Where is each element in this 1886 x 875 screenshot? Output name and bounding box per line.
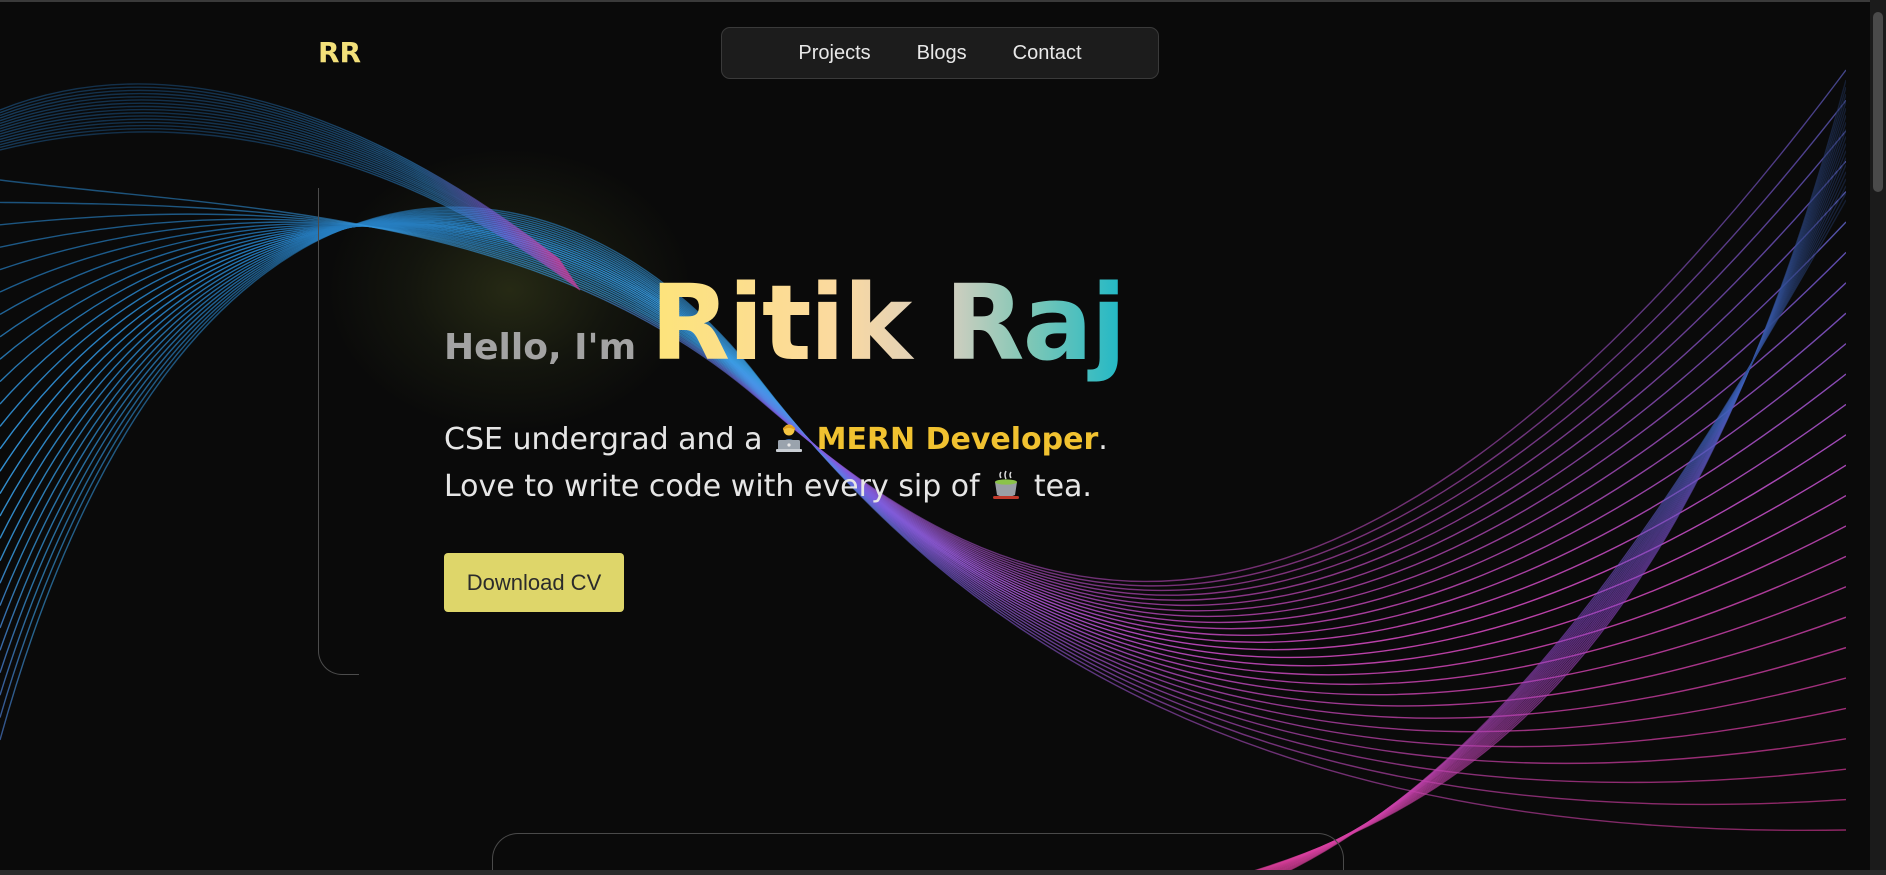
hero-greeting: Hello, I'm bbox=[444, 327, 637, 368]
wave-line bbox=[1272, 178, 1846, 875]
scrollbar-thumb[interactable] bbox=[1873, 12, 1883, 192]
site-logo[interactable]: RR bbox=[318, 36, 361, 69]
main-navigation: Projects Blogs Contact bbox=[721, 27, 1159, 79]
wave-line bbox=[1277, 192, 1846, 875]
wave-line bbox=[1242, 86, 1846, 875]
wave-line bbox=[1270, 171, 1846, 875]
nav-item-projects[interactable]: Projects bbox=[798, 42, 870, 65]
wave-line bbox=[1267, 164, 1846, 875]
page: RR Projects Blogs Contact Hello, I'm Rit… bbox=[0, 0, 1886, 875]
tagline-role: MERN Developer bbox=[816, 422, 1099, 457]
wave-line bbox=[1258, 136, 1846, 875]
wave-line bbox=[1274, 185, 1846, 875]
technologist-icon bbox=[776, 424, 803, 452]
tagline-prefix: CSE undergrad and a bbox=[444, 422, 763, 457]
tagline-period: . bbox=[1098, 422, 1108, 457]
nav-item-contact[interactable]: Contact bbox=[1013, 42, 1082, 65]
hero-heading: Hello, I'm Ritik Raj bbox=[444, 262, 1126, 384]
wave-line bbox=[1244, 93, 1846, 875]
wave-line bbox=[1256, 129, 1846, 875]
wave-line bbox=[1239, 79, 1846, 875]
wave-line bbox=[1251, 115, 1846, 875]
wave-line bbox=[1246, 100, 1846, 875]
wave-line bbox=[0, 191, 1846, 601]
next-section-card bbox=[492, 833, 1344, 875]
wave-line bbox=[1253, 122, 1846, 875]
download-cv-button[interactable]: Download CV bbox=[444, 553, 624, 612]
wave-line bbox=[1265, 157, 1846, 875]
vertical-scrollbar[interactable] bbox=[1870, 0, 1886, 870]
wave-line bbox=[1249, 108, 1846, 875]
hero-side-border bbox=[318, 188, 359, 675]
hero-tagline: CSE undergrad and a MERN Developer. Love… bbox=[444, 416, 1108, 510]
window-top-edge bbox=[0, 0, 1886, 2]
wave-line bbox=[1260, 143, 1846, 875]
tea-cup-icon bbox=[993, 470, 1020, 499]
hero-name: Ritik Raj bbox=[650, 262, 1126, 384]
tagline-line-1: CSE undergrad and a MERN Developer. bbox=[444, 416, 1108, 463]
wave-line bbox=[1279, 199, 1846, 875]
window-bottom-edge bbox=[0, 870, 1886, 875]
tagline-line-2: Love to write code with every sip of tea… bbox=[444, 463, 1108, 510]
tagline-line-2-suffix: tea. bbox=[1033, 469, 1092, 504]
tagline-line-2-prefix: Love to write code with every sip of bbox=[444, 469, 980, 504]
wave-line bbox=[1263, 150, 1846, 875]
nav-item-blogs[interactable]: Blogs bbox=[917, 42, 967, 65]
